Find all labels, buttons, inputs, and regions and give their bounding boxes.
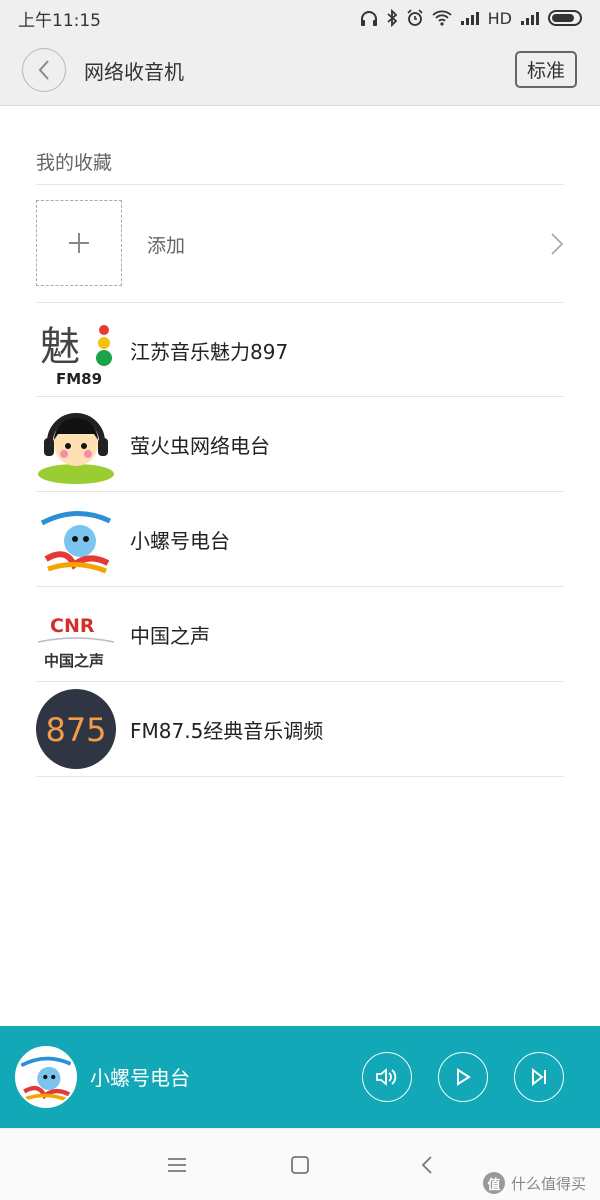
next-icon xyxy=(532,1068,546,1086)
add-favorite-row[interactable]: 添加 xyxy=(36,200,564,288)
nav-back-button[interactable] xyxy=(415,1153,439,1177)
add-label: 添加 xyxy=(147,235,186,257)
menu-button[interactable] xyxy=(165,1153,189,1177)
play-icon xyxy=(457,1068,471,1086)
status-icons: HD xyxy=(360,9,582,28)
add-box xyxy=(36,200,122,286)
station-logo xyxy=(36,499,116,579)
section-title: 我的收藏 xyxy=(36,152,113,174)
svg-text:中国之声: 中国之声 xyxy=(44,652,104,670)
play-button[interactable] xyxy=(438,1052,488,1102)
volume-button[interactable] xyxy=(362,1052,412,1102)
status-bar: 上午11:15 HD xyxy=(0,0,600,36)
title-bar: 网络收音机 标准 xyxy=(0,36,600,106)
battery-icon xyxy=(548,10,582,26)
station-logo: 875 xyxy=(36,689,116,769)
watermark: 值 什么值得买 xyxy=(482,1172,586,1194)
mini-player[interactable]: 小螺号电台 xyxy=(0,1026,600,1128)
divider xyxy=(36,776,564,777)
home-icon xyxy=(291,1156,309,1174)
plus-icon xyxy=(69,233,89,253)
menu-icon xyxy=(168,1158,186,1172)
station-logo: CNR 中国之声 xyxy=(36,594,116,674)
signal-icon xyxy=(521,12,539,25)
station-item[interactable]: CNR 中国之声 中国之声 xyxy=(36,586,564,680)
next-button[interactable] xyxy=(514,1052,564,1102)
station-logo: 魅 FM89 xyxy=(36,310,116,390)
station-name: 萤火虫网络电台 xyxy=(130,434,270,458)
station-item[interactable]: 小螺号电台 xyxy=(36,491,564,585)
divider xyxy=(36,184,564,185)
nav-back-icon xyxy=(421,1156,432,1174)
station-item[interactable]: 萤火虫网络电台 xyxy=(36,396,564,490)
volume-icon xyxy=(376,1068,397,1086)
watermark-text: 什么值得买 xyxy=(510,1174,586,1193)
bluetooth-icon xyxy=(387,9,397,27)
status-time: 上午11:15 xyxy=(18,10,101,31)
station-name: 江苏音乐魅力897 xyxy=(130,340,289,364)
now-playing-logo xyxy=(15,1046,77,1108)
wifi-icon xyxy=(432,10,452,26)
back-icon xyxy=(38,60,49,80)
network-type: HD xyxy=(487,8,512,28)
home-button[interactable] xyxy=(288,1153,312,1177)
watermark-badge: 值 xyxy=(482,1172,505,1194)
station-logo xyxy=(36,404,116,484)
svg-text:CNR: CNR xyxy=(50,615,95,637)
station-item[interactable]: 魅 FM89 江苏音乐魅力897 xyxy=(36,302,564,396)
svg-text:875: 875 xyxy=(45,711,106,749)
svg-text:FM89: FM89 xyxy=(56,370,102,388)
station-name: 中国之声 xyxy=(130,624,210,648)
signal-icon xyxy=(460,12,479,25)
back-button[interactable] xyxy=(22,48,66,92)
headphones-icon xyxy=(360,11,377,26)
page-title: 网络收音机 xyxy=(84,60,184,84)
now-playing-title: 小螺号电台 xyxy=(90,1066,190,1090)
station-name: 小螺号电台 xyxy=(130,529,230,553)
station-name: FM87.5经典音乐调频 xyxy=(130,719,324,743)
station-item[interactable]: 875 FM87.5经典音乐调频 xyxy=(36,681,564,775)
chevron-right-icon xyxy=(551,233,564,255)
svg-text:魅: 魅 xyxy=(40,324,80,370)
alarm-icon xyxy=(407,9,423,26)
mode-button[interactable]: 标准 xyxy=(515,51,577,88)
